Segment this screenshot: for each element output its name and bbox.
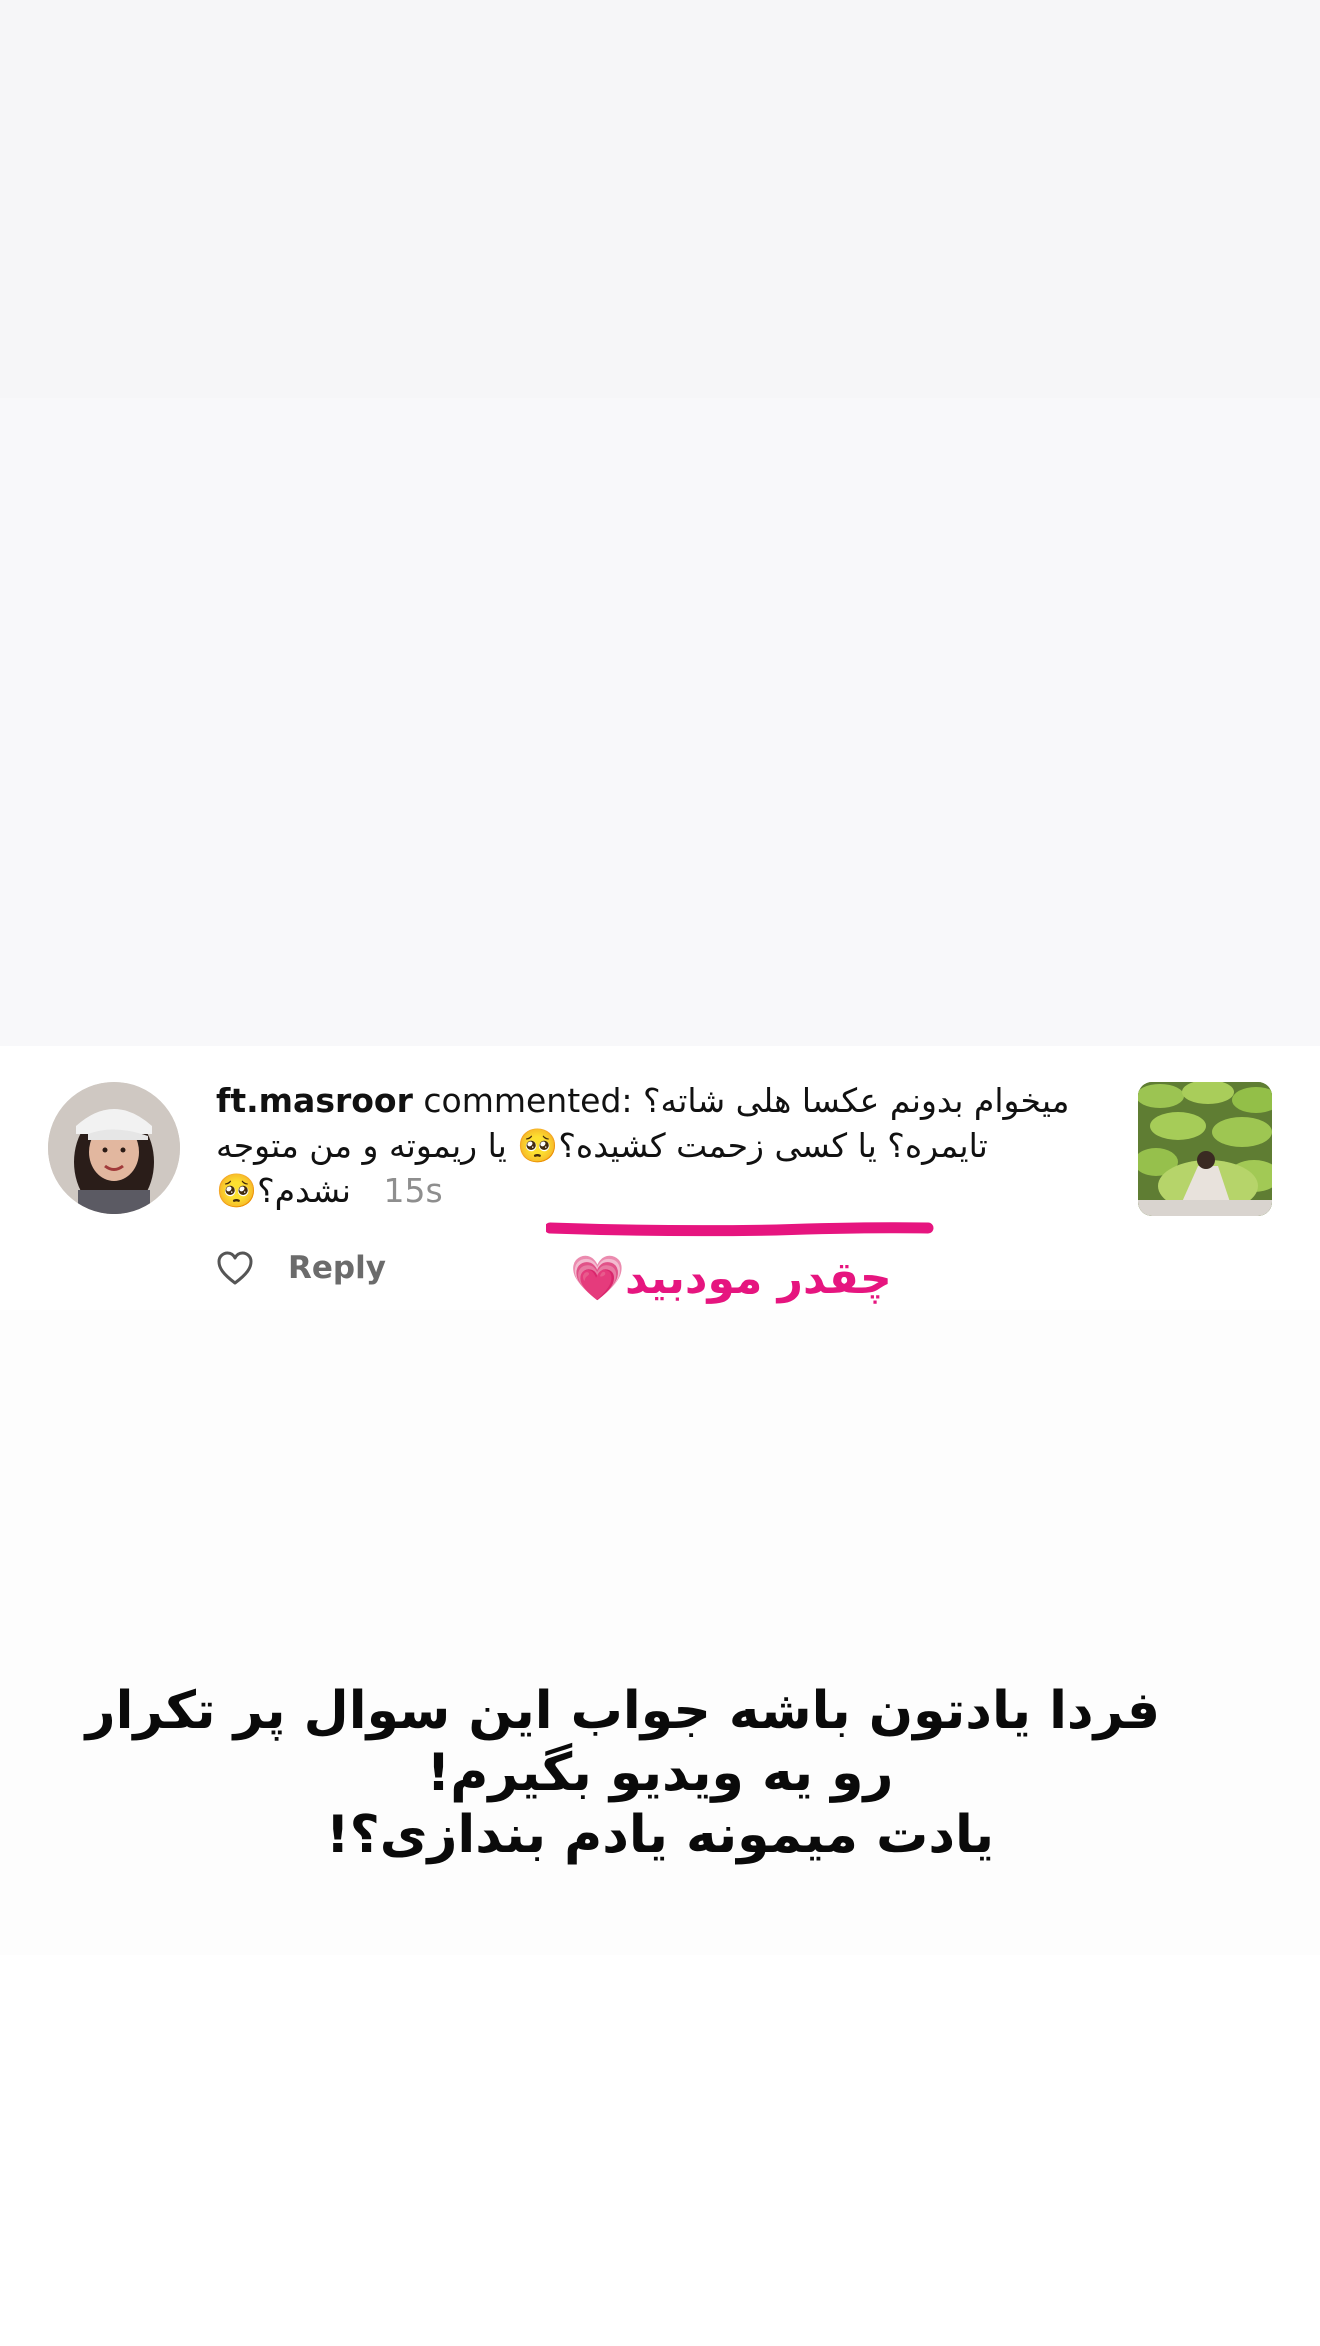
comment-line-3: نشدم؟🥺 15s [216, 1168, 1086, 1213]
comment-timestamp: 15s [383, 1171, 443, 1210]
story-caption: فردا یادتون باشه جواب این سوال پر تکرار … [85, 1680, 1160, 1866]
story-background-top [0, 0, 1320, 1046]
story-background-band [0, 0, 1320, 398]
like-comment-button[interactable] [216, 1250, 254, 1286]
thumbnail-image [1138, 1082, 1272, 1216]
comment-action: commented: [423, 1081, 633, 1120]
handwritten-annotation: چقدر مودبید💗 [566, 1252, 896, 1304]
avatar-image [48, 1082, 180, 1214]
comment-body-line-3: نشدم؟🥺 [216, 1171, 351, 1210]
comment-line-2: تایمره؟ یا کسی زحمت کشیده؟🥺 یا ریموته و … [216, 1123, 1086, 1168]
commenter-username[interactable]: ft.masroor [216, 1081, 413, 1120]
comment-body-line-2: تایمره؟ یا کسی زحمت کشیده؟🥺 یا ریموته و … [216, 1126, 988, 1165]
caption-line-3: یادت میمونه یادم بندازی؟! [325, 1805, 995, 1865]
comment-line-1: ft.masroor commented: میخوام بدونم عکسا … [216, 1078, 1086, 1123]
comment-text: ft.masroor commented: میخوام بدونم عکسا … [216, 1078, 1086, 1213]
comment-body-line-1: میخوام بدونم عکسا هلی شاته؟ [643, 1081, 1070, 1120]
pink-underline-stroke [546, 1222, 934, 1237]
annotation-text: چقدر مودبید [625, 1253, 892, 1304]
post-thumbnail[interactable] [1138, 1082, 1272, 1216]
caption-line-1: فردا یادتون باشه جواب این سوال پر تکرار [85, 1681, 1160, 1741]
caption-line-2: رو یه ویدیو بگیرم! [426, 1743, 894, 1803]
commenter-avatar[interactable] [48, 1082, 180, 1214]
pink-heart-emoji: 💗 [570, 1253, 626, 1304]
reply-button[interactable]: Reply [288, 1250, 386, 1286]
heart-outline-icon [217, 1251, 253, 1285]
